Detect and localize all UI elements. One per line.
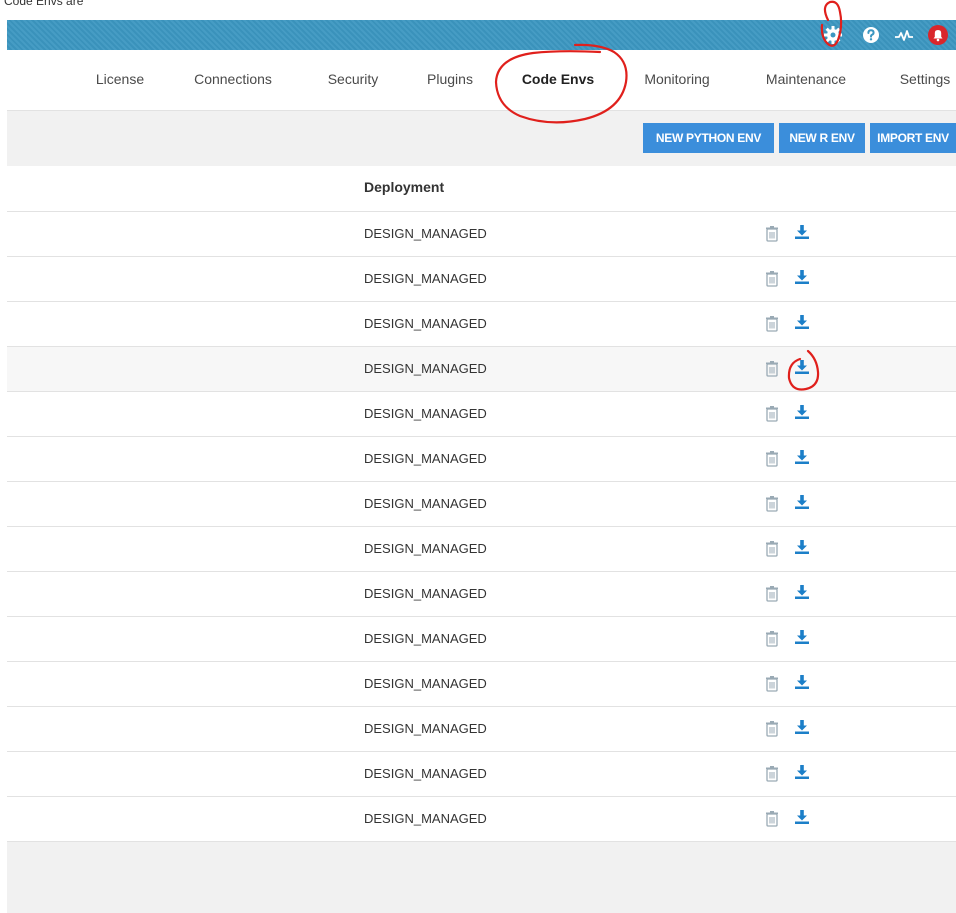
deployment-cell: DESIGN_MANAGED xyxy=(364,271,487,286)
deployment-column-header[interactable]: Deployment xyxy=(364,179,444,195)
admin-tab-bar: License Connections Security Plugins Cod… xyxy=(7,50,956,111)
table-row[interactable]: DESIGN_MANAGED xyxy=(7,392,956,437)
tab-security[interactable]: Security xyxy=(328,71,379,87)
download-icon[interactable] xyxy=(794,404,810,420)
table-row[interactable]: DESIGN_MANAGED xyxy=(7,482,956,527)
trash-icon[interactable] xyxy=(765,406,779,422)
bell-icon[interactable] xyxy=(927,24,949,46)
tab-plugins[interactable]: Plugins xyxy=(427,71,473,87)
download-icon[interactable] xyxy=(794,314,810,330)
table-row[interactable]: DESIGN_MANAGED xyxy=(7,437,956,482)
deployment-cell: DESIGN_MANAGED xyxy=(364,766,487,781)
deployment-cell: DESIGN_MANAGED xyxy=(364,721,487,736)
new-r-env-button[interactable]: NEW R ENV xyxy=(779,123,865,153)
footer-area xyxy=(7,842,956,913)
trash-icon[interactable] xyxy=(765,316,779,332)
top-caption: Code Envs are xyxy=(4,0,84,8)
download-icon[interactable] xyxy=(794,359,810,375)
deployment-cell: DESIGN_MANAGED xyxy=(364,316,487,331)
deployment-cell: DESIGN_MANAGED xyxy=(364,226,487,241)
deployment-cell: DESIGN_MANAGED xyxy=(364,586,487,601)
download-icon[interactable] xyxy=(794,449,810,465)
download-icon[interactable] xyxy=(794,764,810,780)
import-env-button[interactable]: IMPORT ENV xyxy=(870,123,956,153)
table-row[interactable]: DESIGN_MANAGED xyxy=(7,617,956,662)
trash-icon[interactable] xyxy=(765,496,779,512)
trash-icon[interactable] xyxy=(765,226,779,242)
table-row[interactable]: DESIGN_MANAGED xyxy=(7,257,956,302)
download-icon[interactable] xyxy=(794,809,810,825)
tab-monitoring[interactable]: Monitoring xyxy=(644,71,709,87)
tab-settings[interactable]: Settings xyxy=(900,71,951,87)
trash-icon[interactable] xyxy=(765,361,779,377)
deployment-cell: DESIGN_MANAGED xyxy=(364,451,487,466)
help-icon[interactable] xyxy=(860,24,882,46)
table-row[interactable]: DESIGN_MANAGED xyxy=(7,797,956,842)
code-env-list: DESIGN_MANAGED DESIGN_MANAGED DESIGN_MANAG… xyxy=(7,212,956,842)
trash-icon[interactable] xyxy=(765,631,779,647)
download-icon[interactable] xyxy=(794,584,810,600)
download-icon[interactable] xyxy=(794,269,810,285)
table-row[interactable]: DESIGN_MANAGED xyxy=(7,302,956,347)
deployment-cell: DESIGN_MANAGED xyxy=(364,631,487,646)
table-row[interactable]: DESIGN_MANAGED xyxy=(7,212,956,257)
trash-icon[interactable] xyxy=(765,676,779,692)
download-icon[interactable] xyxy=(794,494,810,510)
top-header-bar xyxy=(7,20,956,50)
table-row[interactable]: DESIGN_MANAGED xyxy=(7,662,956,707)
tab-connections[interactable]: Connections xyxy=(194,71,272,87)
download-icon[interactable] xyxy=(794,629,810,645)
table-row[interactable]: DESIGN_MANAGED xyxy=(7,572,956,617)
action-toolbar: NEW PYTHON ENV NEW R ENV IMPORT ENV xyxy=(7,111,956,166)
table-row[interactable]: DESIGN_MANAGED xyxy=(7,707,956,752)
deployment-cell: DESIGN_MANAGED xyxy=(364,406,487,421)
table-row[interactable]: DESIGN_MANAGED xyxy=(7,527,956,572)
tab-maintenance[interactable]: Maintenance xyxy=(766,71,846,87)
deployment-cell: DESIGN_MANAGED xyxy=(364,496,487,511)
trash-icon[interactable] xyxy=(765,586,779,602)
table-header: Deployment xyxy=(7,166,956,212)
table-row[interactable]: DESIGN_MANAGED xyxy=(7,752,956,797)
deployment-cell: DESIGN_MANAGED xyxy=(364,811,487,826)
trash-icon[interactable] xyxy=(765,721,779,737)
new-python-env-button[interactable]: NEW PYTHON ENV xyxy=(643,123,774,153)
trash-icon[interactable] xyxy=(765,766,779,782)
gear-icon[interactable] xyxy=(822,24,844,46)
tab-license[interactable]: License xyxy=(96,71,144,87)
trash-icon[interactable] xyxy=(765,541,779,557)
deployment-cell: DESIGN_MANAGED xyxy=(364,676,487,691)
tab-code-envs[interactable]: Code Envs xyxy=(522,71,594,87)
trash-icon[interactable] xyxy=(765,451,779,467)
deployment-cell: DESIGN_MANAGED xyxy=(364,541,487,556)
deployment-cell: DESIGN_MANAGED xyxy=(364,361,487,376)
download-icon[interactable] xyxy=(794,539,810,555)
table-row[interactable]: DESIGN_MANAGED xyxy=(7,347,956,392)
trash-icon[interactable] xyxy=(765,271,779,287)
trash-icon[interactable] xyxy=(765,811,779,827)
download-icon[interactable] xyxy=(794,224,810,240)
download-icon[interactable] xyxy=(794,674,810,690)
download-icon[interactable] xyxy=(794,719,810,735)
activity-icon[interactable] xyxy=(893,24,915,46)
